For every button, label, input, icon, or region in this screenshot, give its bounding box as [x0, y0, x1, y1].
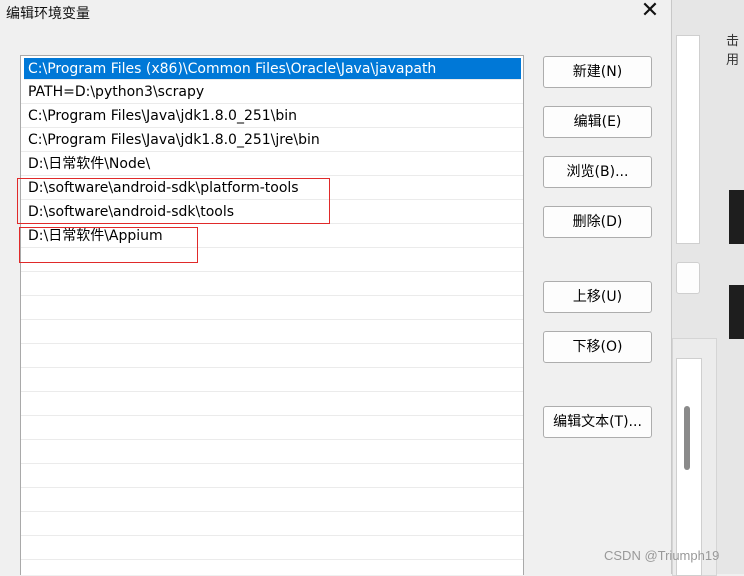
edit-button[interactable]: 编辑(E)	[543, 106, 652, 138]
new-button[interactable]: 新建(N)	[543, 56, 652, 88]
list-item-selected[interactable]: C:\Program Files (x86)\Common Files\Orac…	[24, 58, 521, 80]
list-item[interactable]: PATH=D:\python3\scrapy	[21, 80, 523, 104]
list-item[interactable]: D:\日常软件\Appium	[21, 224, 523, 248]
browse-button[interactable]: 浏览(B)...	[543, 156, 652, 188]
path-list[interactable]: C:\Program Files (x86)\Common Files\Orac…	[20, 55, 524, 575]
list-item[interactable]: C:\Program Files\Java\jdk1.8.0_251\bin	[21, 104, 523, 128]
list-item[interactable]: D:\日常软件\Node\	[21, 152, 523, 176]
empty-list-row[interactable]	[21, 272, 523, 296]
background-button	[676, 262, 700, 294]
empty-list-row[interactable]	[21, 344, 523, 368]
dialog-title: 编辑环境变量	[6, 6, 90, 22]
empty-list-row[interactable]	[21, 320, 523, 344]
move-down-button[interactable]: 下移(O)	[543, 331, 652, 363]
list-item[interactable]: D:\software\android-sdk\platform-tools	[21, 176, 523, 200]
empty-list-row[interactable]	[21, 392, 523, 416]
close-icon[interactable]: ✕	[635, 0, 665, 24]
empty-list-row[interactable]	[21, 296, 523, 320]
list-item[interactable]: C:\Program Files\Java\jdk1.8.0_251\jre\b…	[21, 128, 523, 152]
list-item[interactable]: D:\software\android-sdk\tools	[21, 200, 523, 224]
empty-list-row[interactable]	[21, 416, 523, 440]
background-dark-block	[729, 190, 744, 244]
empty-list-row[interactable]	[21, 440, 523, 464]
background-scrollbar-thumb	[684, 406, 690, 470]
empty-list-row[interactable]	[21, 488, 523, 512]
edit-env-variable-dialog: 编辑环境变量 ✕ C:\Program Files (x86)\Common F…	[0, 0, 672, 575]
watermark: CSDN @Triumph19	[604, 548, 720, 563]
move-up-button[interactable]: 上移(U)	[543, 281, 652, 313]
empty-list-row[interactable]	[21, 560, 523, 575]
background-partial-text: 击用	[726, 34, 740, 68]
empty-list-row[interactable]	[21, 512, 523, 536]
empty-list-row[interactable]	[21, 464, 523, 488]
delete-button[interactable]: 删除(D)	[543, 206, 652, 238]
edit-text-button[interactable]: 编辑文本(T)...	[543, 406, 652, 438]
empty-list-row[interactable]	[21, 368, 523, 392]
background-panel	[676, 35, 700, 244]
empty-list-row[interactable]	[21, 536, 523, 560]
background-dark-block	[729, 285, 744, 339]
empty-list-row[interactable]	[21, 248, 523, 272]
